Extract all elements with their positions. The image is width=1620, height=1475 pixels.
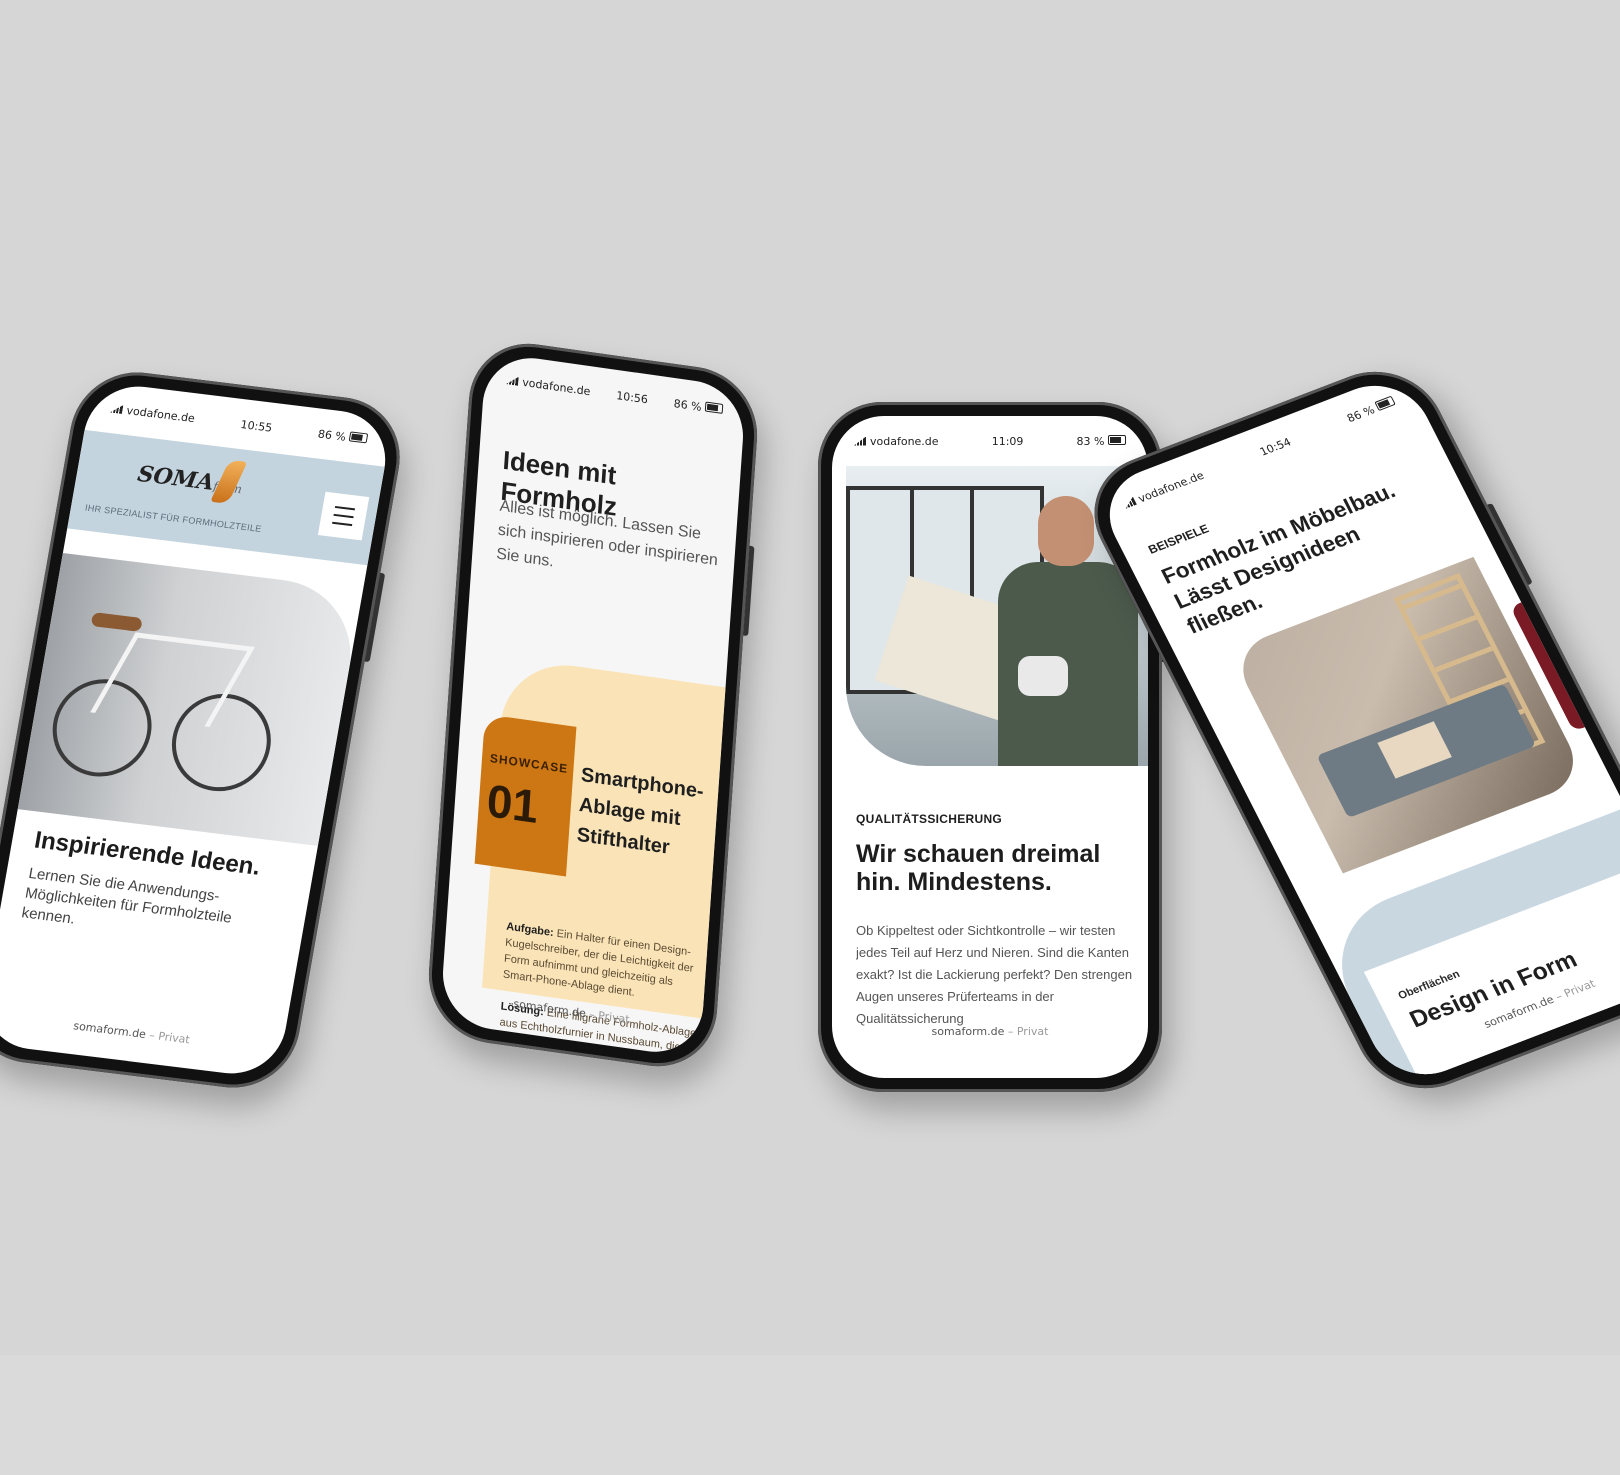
- phone-mockup-1: vodafone.de 10:55 86 % SOMAform IHR SPEZ…: [0, 365, 410, 1095]
- clock: 10:56: [615, 388, 649, 406]
- phone-mockup-2: vodafone.de 10:56 86 % Ideen mit Formhol…: [424, 335, 762, 1075]
- signal-icon: [110, 404, 123, 414]
- section-kicker: QUALITÄTSSICHERUNG: [856, 812, 1003, 826]
- phone-screen: vodafone.de 10:56 86 % Ideen mit Formhol…: [439, 351, 747, 1059]
- url-bar[interactable]: somaform.de – Privat: [0, 1008, 283, 1058]
- carrier-label: vodafone.de: [870, 434, 939, 448]
- showcase-number: 01: [485, 773, 540, 833]
- section-text: Ob Kippeltest oder Sichtkontrolle – wir …: [856, 923, 1133, 1026]
- battery-percent: 86 %: [316, 427, 347, 444]
- case-title: Smartphone-Ablage mit Stifthalter: [576, 763, 705, 859]
- clock: 10:54: [1257, 435, 1294, 459]
- showcase-badge: SHOWCASE 01: [474, 714, 577, 877]
- menu-button[interactable]: [317, 491, 370, 541]
- battery-icon: [1374, 395, 1396, 411]
- signal-icon: [854, 436, 866, 446]
- battery-icon: [348, 430, 369, 443]
- carrier-label: vodafone.de: [521, 375, 591, 398]
- bicycle-photo: [17, 553, 364, 846]
- tagline: IHR SPEZIALIST FÜR FORMHOLZTEILE: [84, 502, 263, 535]
- signal-icon: [506, 375, 519, 386]
- clock: 11:09: [991, 434, 1024, 448]
- status-bar: vodafone.de 10:56 86 %: [484, 366, 746, 424]
- battery-percent: 86 %: [673, 396, 703, 414]
- status-bar: vodafone.de 11:09 83 %: [832, 430, 1148, 452]
- battery-percent: 86 %: [1344, 402, 1377, 425]
- battery-icon: [1108, 434, 1126, 445]
- url-bar[interactable]: somaform.de – Privat: [832, 1025, 1148, 1038]
- section-title: Wir schauen dreimal hin. Mindestens.: [856, 840, 1101, 896]
- signal-icon: [1122, 496, 1137, 508]
- site-header: SOMAform IHR SPEZIALIST FÜR FORMHOLZTEIL…: [67, 429, 385, 566]
- battery-percent: 83 %: [1076, 434, 1105, 448]
- carrier-label: vodafone.de: [1135, 468, 1206, 505]
- battery-icon: [704, 400, 724, 414]
- carrier-label: vodafone.de: [125, 403, 196, 425]
- phone-screen: vodafone.de 10:54 86 % BEISPIELE Formhol…: [1091, 370, 1620, 1090]
- clock: 10:55: [239, 417, 274, 435]
- floor: [0, 1355, 1620, 1475]
- phone-screen: vodafone.de 10:55 86 % SOMAform IHR SPEZ…: [0, 380, 394, 1080]
- showcase-label: SHOWCASE: [489, 751, 569, 776]
